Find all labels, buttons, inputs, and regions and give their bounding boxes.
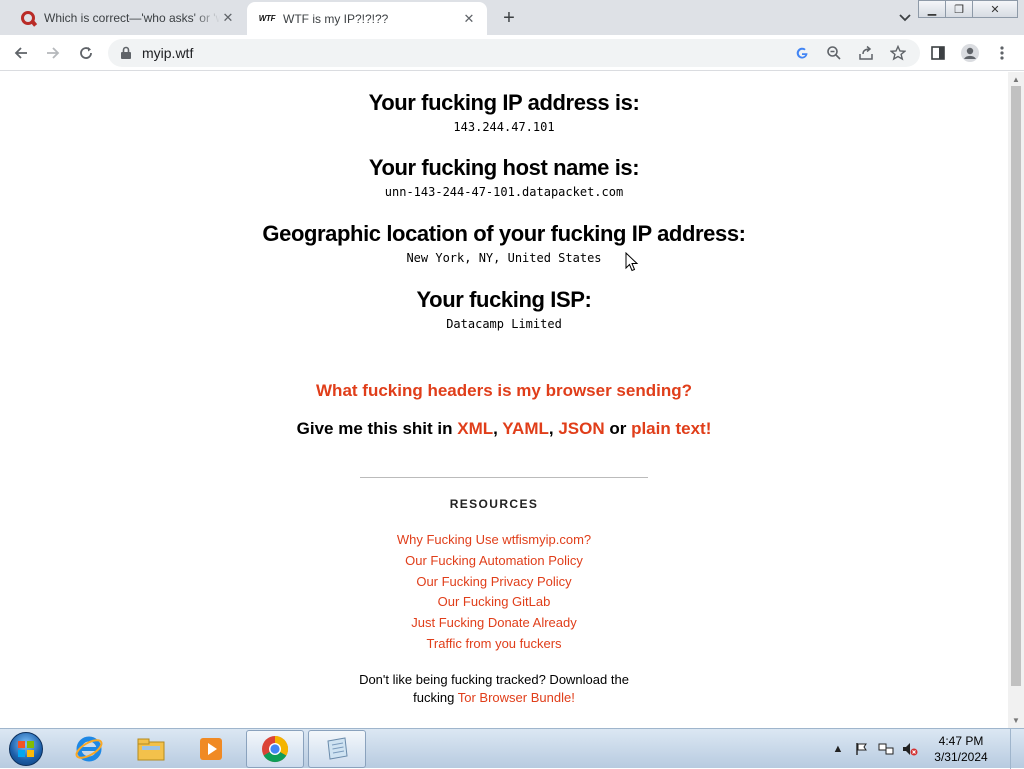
resource-link[interactable]: Our Fucking GitLab xyxy=(0,592,998,613)
ip-value: 143.244.47.101 xyxy=(453,120,555,134)
notepad-icon[interactable] xyxy=(308,730,366,768)
browser-toolbar: myip.wtf xyxy=(0,35,1024,71)
show-desktop-button[interactable] xyxy=(1010,729,1024,769)
side-panel-icon[interactable] xyxy=(926,41,950,65)
url-text: myip.wtf xyxy=(142,45,194,61)
tab-wtf-ip[interactable]: WTF WTF is my IP?!?!?? ✕ xyxy=(247,2,487,35)
quora-icon xyxy=(20,10,36,26)
ip-heading: Your fucking IP address is: xyxy=(368,90,640,115)
google-icon[interactable] xyxy=(792,43,812,63)
formats-row: Give me this shit in XML, YAML, JSON or … xyxy=(0,419,1008,439)
resources-section: RESOURCES xyxy=(0,497,998,511)
plain-text-link[interactable]: plain text! xyxy=(631,419,711,438)
tab-title: Which is correct—'who asks' or 'w xyxy=(44,10,220,25)
volume-muted-icon[interactable] xyxy=(902,741,918,757)
isp-section: Your fucking ISP: Datacamp Limited xyxy=(0,287,1008,331)
tab-strip: Which is correct—'who asks' or 'w ✕ WTF … xyxy=(0,0,1024,35)
reload-icon[interactable] xyxy=(74,41,98,65)
back-arrow-icon[interactable] xyxy=(9,41,33,65)
wtf-logo-icon: WTF xyxy=(258,14,276,23)
resource-link[interactable]: Traffic from you fuckers xyxy=(0,634,998,655)
json-link[interactable]: JSON xyxy=(558,419,604,438)
action-center-flag-icon[interactable] xyxy=(854,741,870,757)
resources-title: RESOURCES xyxy=(449,497,539,511)
media-player-icon[interactable] xyxy=(182,730,240,768)
isp-heading: Your fucking ISP: xyxy=(416,287,592,312)
mouse-cursor-icon xyxy=(625,251,639,277)
tracking-line-2: fucking Tor Browser Bundle! xyxy=(0,689,998,707)
headers-link[interactable]: What fucking headers is my browser sendi… xyxy=(316,381,692,400)
profile-avatar-icon[interactable] xyxy=(958,41,982,65)
geo-section: Geographic location of your fucking IP a… xyxy=(0,221,1008,265)
clock-date: 3/31/2024 xyxy=(934,750,988,764)
new-tab-icon[interactable]: + xyxy=(498,7,520,29)
close-tab-icon[interactable]: ✕ xyxy=(220,10,236,26)
clock-time: 4:47 PM xyxy=(938,734,984,748)
resource-link[interactable]: Just Fucking Donate Already xyxy=(0,613,998,634)
host-section: Your fucking host name is: unn-143-244-4… xyxy=(0,155,1008,199)
resource-link[interactable]: Our Fucking Automation Policy xyxy=(0,551,998,572)
file-explorer-icon[interactable] xyxy=(122,730,180,768)
separator: , xyxy=(548,419,559,438)
lock-icon[interactable] xyxy=(120,46,132,65)
geo-value: New York, NY, United States xyxy=(406,251,602,265)
yaml-link[interactable]: YAML xyxy=(502,419,549,438)
restore-icon[interactable]: ❐ xyxy=(945,0,973,18)
headers-row: What fucking headers is my browser sendi… xyxy=(0,381,1008,401)
resources-list: Why Fucking Use wtfismyip.com? Our Fucki… xyxy=(0,530,998,655)
address-bar[interactable]: myip.wtf xyxy=(108,39,920,67)
isp-value: Datacamp Limited xyxy=(446,317,562,331)
window-close-icon[interactable]: ✕ xyxy=(972,0,1018,18)
kebab-menu-icon[interactable] xyxy=(990,41,1014,65)
or-text: or xyxy=(604,419,632,438)
web-page: Your fucking IP address is: 143.244.47.1… xyxy=(0,72,1008,728)
divider xyxy=(360,477,648,478)
close-tab-icon[interactable]: ✕ xyxy=(461,11,477,27)
start-button[interactable] xyxy=(6,730,46,768)
tracking-note: Don't like being fucking tracked? Downlo… xyxy=(0,671,998,707)
chrome-icon[interactable] xyxy=(246,730,304,768)
show-hidden-icons-icon[interactable]: ▲ xyxy=(830,741,846,757)
window-controls: ▁ ❐ ✕ xyxy=(918,0,1018,18)
network-icon[interactable] xyxy=(878,741,894,757)
chevron-down-icon[interactable] xyxy=(896,9,914,27)
scroll-up-icon[interactable]: ▲ xyxy=(1012,75,1020,84)
tab-quora[interactable]: Which is correct—'who asks' or 'w ✕ xyxy=(8,0,246,35)
tracking-line-1: Don't like being fucking tracked? Downlo… xyxy=(359,672,629,687)
system-tray: ▲ 4:47 PM 3/31/2024 xyxy=(830,729,1024,769)
separator: , xyxy=(493,419,503,438)
bookmark-star-icon[interactable] xyxy=(888,43,908,63)
minimize-icon[interactable]: ▁ xyxy=(918,0,946,18)
forward-arrow-icon[interactable] xyxy=(41,41,65,65)
clock[interactable]: 4:47 PM 3/31/2024 xyxy=(926,733,996,765)
share-icon[interactable] xyxy=(856,43,876,63)
vertical-scrollbar[interactable]: ▲ ▼ xyxy=(1008,72,1024,728)
tor-link[interactable]: Tor Browser Bundle! xyxy=(458,690,575,705)
windows-logo-icon xyxy=(9,732,43,766)
scroll-thumb[interactable] xyxy=(1011,86,1021,686)
tab-title: WTF is my IP?!?!?? xyxy=(283,11,389,26)
resource-link[interactable]: Our Fucking Privacy Policy xyxy=(0,572,998,593)
internet-explorer-icon[interactable] xyxy=(60,730,118,768)
zoom-out-icon[interactable] xyxy=(824,43,844,63)
windows-taskbar: ▲ 4:47 PM 3/31/2024 xyxy=(0,728,1024,769)
tracking-prefix: fucking xyxy=(413,690,458,705)
resource-link[interactable]: Why Fucking Use wtfismyip.com? xyxy=(0,530,998,551)
geo-heading: Geographic location of your fucking IP a… xyxy=(262,221,746,246)
scroll-down-icon[interactable]: ▼ xyxy=(1012,716,1020,725)
host-heading: Your fucking host name is: xyxy=(368,155,640,180)
host-value: unn-143-244-47-101.datapacket.com xyxy=(384,185,624,199)
ip-section: Your fucking IP address is: 143.244.47.1… xyxy=(0,90,1008,134)
formats-prefix: Give me this shit in xyxy=(296,419,458,438)
xml-link[interactable]: XML xyxy=(457,419,493,438)
